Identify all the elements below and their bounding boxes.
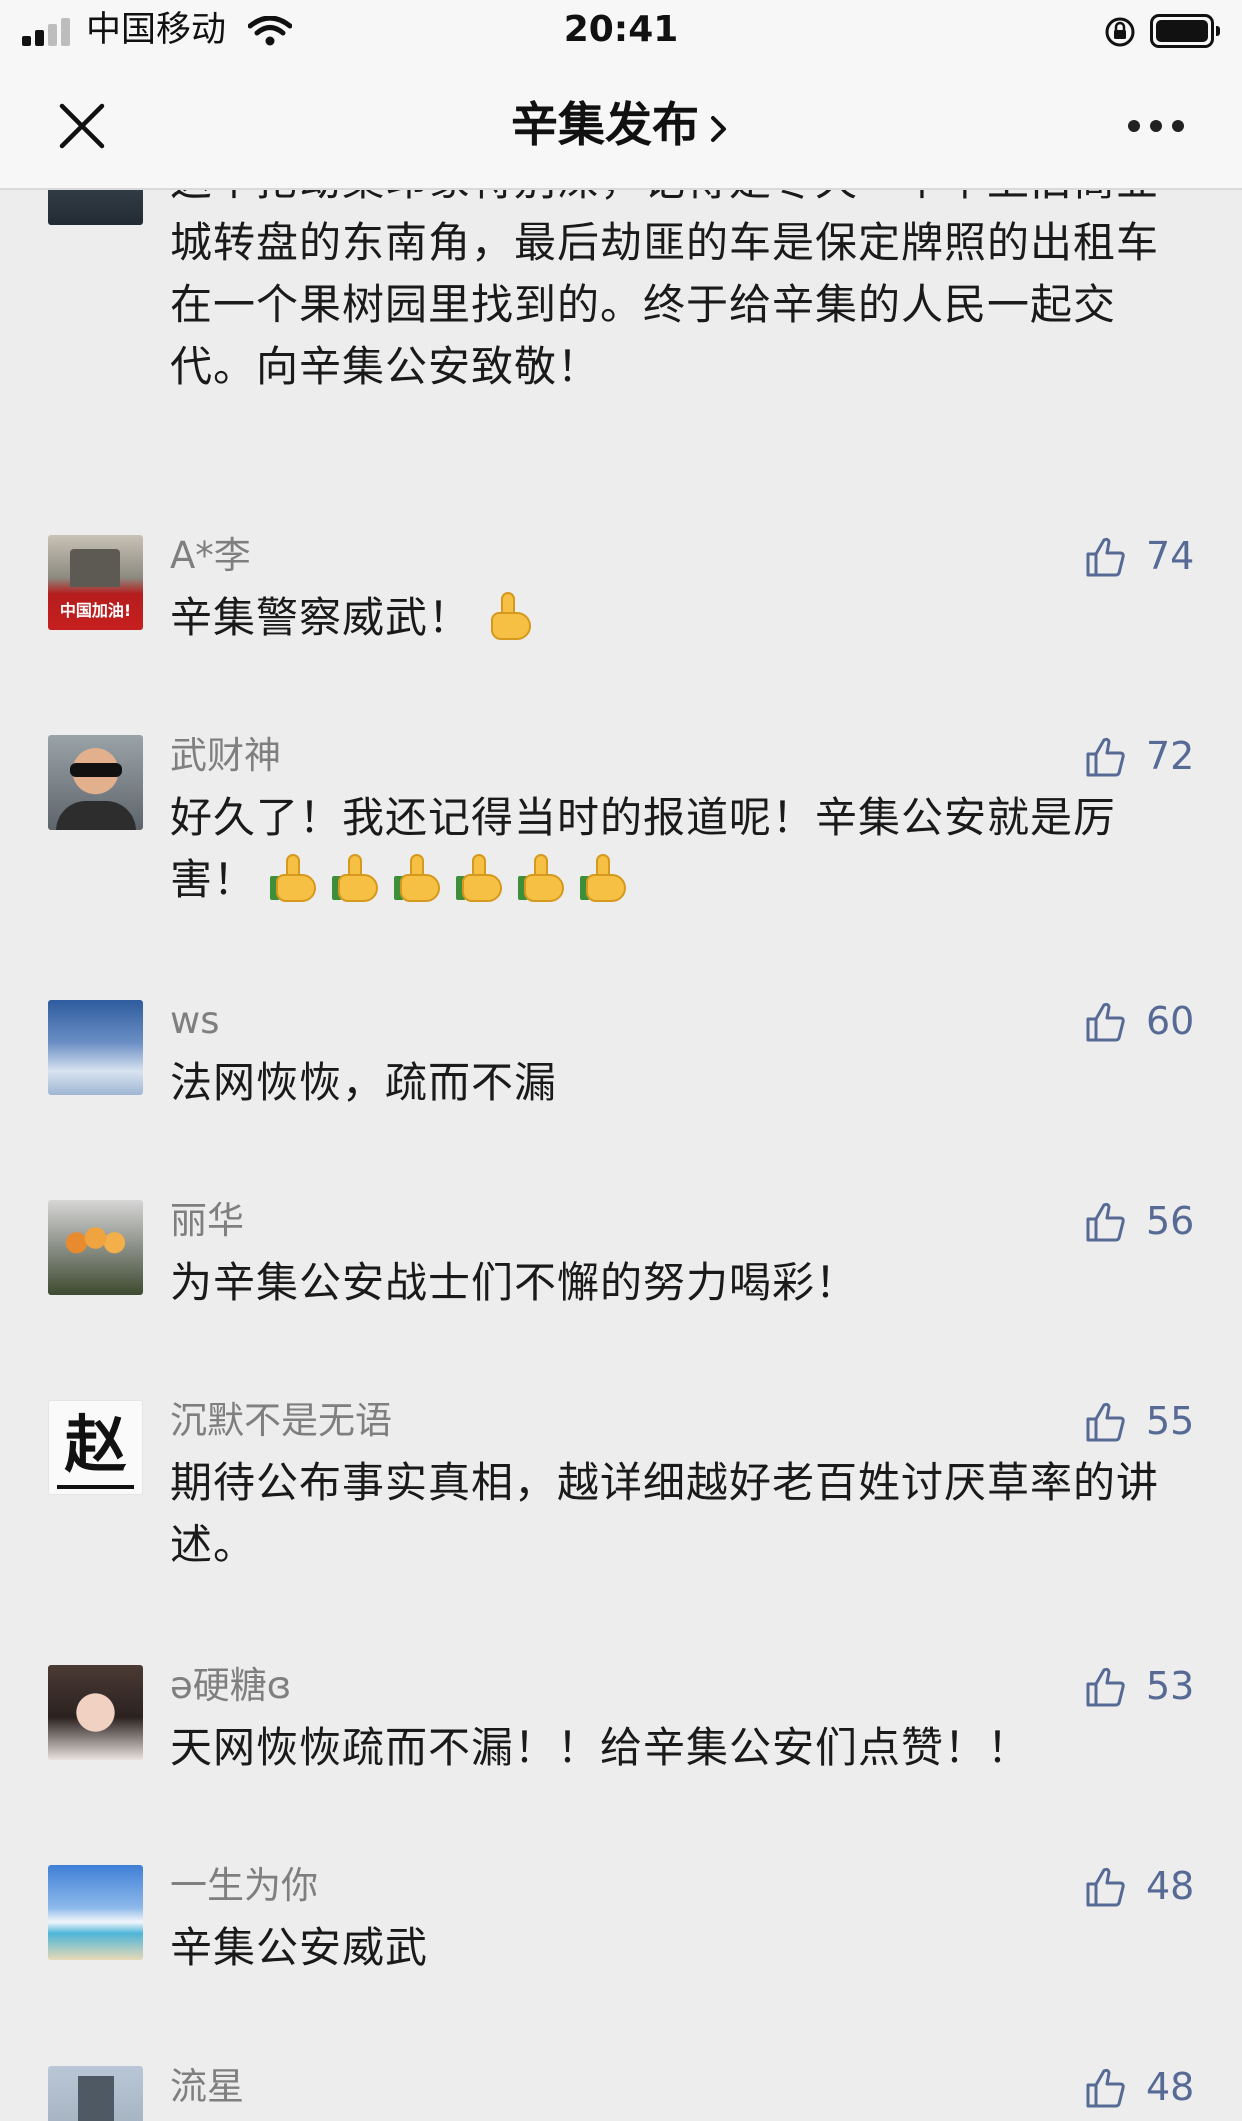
avatar[interactable]: 赵 bbox=[48, 1400, 143, 1495]
comment-username[interactable]: 丽华 bbox=[170, 1196, 244, 1246]
comment-text: 天网恢恢疏而不漏！！给辛集公安们点赞！！ bbox=[170, 1723, 1031, 1772]
chevron-right-icon bbox=[711, 115, 726, 142]
thumbs-up-icon bbox=[1086, 1202, 1125, 1242]
comment-username[interactable]: 流星 bbox=[170, 2062, 244, 2112]
avatar[interactable]: 中国加油! bbox=[48, 535, 143, 630]
comment-username[interactable]: 武财神 bbox=[170, 731, 281, 781]
comment-list[interactable]: 这个抢劫案印象特别深，记得是冬天一个早上旧商业城转盘的东南角，最后劫匪的车是保定… bbox=[0, 190, 1242, 2121]
thumbs-up-emoji-icon bbox=[580, 852, 632, 904]
avatar[interactable] bbox=[48, 2066, 143, 2121]
comment-username[interactable]: ə硬糖ɞ bbox=[170, 1661, 291, 1711]
comment-text: 这个抢劫案印象特别深，记得是冬天一个早上旧商业城转盘的东南角，最后劫匪的车是保定… bbox=[170, 190, 1160, 391]
comment-text: 为辛集公安战士们不懈的努力喝彩！ bbox=[170, 1258, 859, 1307]
thumbs-up-icon bbox=[1086, 1002, 1125, 1042]
thumbs-up-icon bbox=[1086, 1667, 1125, 1707]
orientation-lock-icon bbox=[1105, 17, 1135, 47]
avatar[interactable] bbox=[48, 1200, 143, 1295]
like-count: 60 bbox=[1146, 999, 1195, 1043]
thumbs-up-emoji-icon bbox=[456, 852, 508, 904]
more-options-button[interactable] bbox=[1128, 116, 1188, 136]
comment-username[interactable]: A*李 bbox=[170, 531, 251, 581]
comment-username[interactable]: 沉默不是无语 bbox=[170, 1396, 392, 1446]
thumbs-up-emoji-icon bbox=[332, 852, 384, 904]
thumbs-up-icon bbox=[1086, 2068, 1125, 2108]
comment-text: 法网恢恢，疏而不漏 bbox=[170, 1058, 558, 1107]
thumbs-up-icon bbox=[1086, 737, 1125, 777]
avatar[interactable] bbox=[48, 190, 143, 225]
thumbs-up-icon bbox=[1086, 1867, 1125, 1907]
avatar[interactable] bbox=[48, 735, 143, 830]
avatar[interactable] bbox=[48, 1865, 143, 1960]
like-count: 56 bbox=[1146, 1199, 1195, 1243]
like-count: 48 bbox=[1146, 1864, 1195, 1908]
comment-text: 期待公布事实真相，越详细越好老百姓讨厌草率的讲述。 bbox=[170, 1458, 1160, 1569]
avatar-caption: 中国加油! bbox=[59, 601, 132, 620]
avatar[interactable] bbox=[48, 1000, 143, 1095]
like-count: 48 bbox=[1146, 2065, 1195, 2109]
comment-text-line: 辛集警察威武！ bbox=[170, 587, 1180, 649]
comment-text: 辛集警察威武！ bbox=[170, 593, 472, 642]
thumbs-up-icon bbox=[1086, 537, 1125, 577]
like-count: 74 bbox=[1146, 534, 1195, 578]
status-bar: 中国移动 20:41 bbox=[0, 0, 1242, 62]
status-time: 20:41 bbox=[563, 9, 679, 50]
comment-username[interactable]: ws bbox=[170, 996, 220, 1046]
thumbs-up-emoji-icon bbox=[394, 852, 446, 904]
thumbs-up-emoji-icon bbox=[518, 852, 570, 904]
like-count: 53 bbox=[1146, 1664, 1195, 1708]
like-count: 72 bbox=[1146, 734, 1195, 778]
comment-text-block: 好久了！我还记得当时的报道呢！辛集公安就是厉害！ bbox=[170, 787, 1180, 911]
account-title-link[interactable]: 辛集发布 bbox=[0, 96, 1242, 156]
thumbs-up-icon bbox=[1086, 1402, 1125, 1442]
nav-bar: 辛集发布 bbox=[0, 62, 1242, 190]
comment-username[interactable]: 一生为你 bbox=[170, 1861, 318, 1911]
avatar-character: 赵 bbox=[64, 1408, 127, 1481]
comment-text: 辛集公安威武 bbox=[170, 1923, 429, 1972]
like-count: 55 bbox=[1146, 1399, 1195, 1443]
page-title: 辛集发布 bbox=[511, 98, 699, 153]
thumbs-up-emoji-icon bbox=[485, 590, 537, 642]
thumbs-up-emoji-icon bbox=[270, 852, 322, 904]
battery-icon bbox=[1150, 14, 1220, 48]
avatar[interactable] bbox=[48, 1665, 143, 1760]
